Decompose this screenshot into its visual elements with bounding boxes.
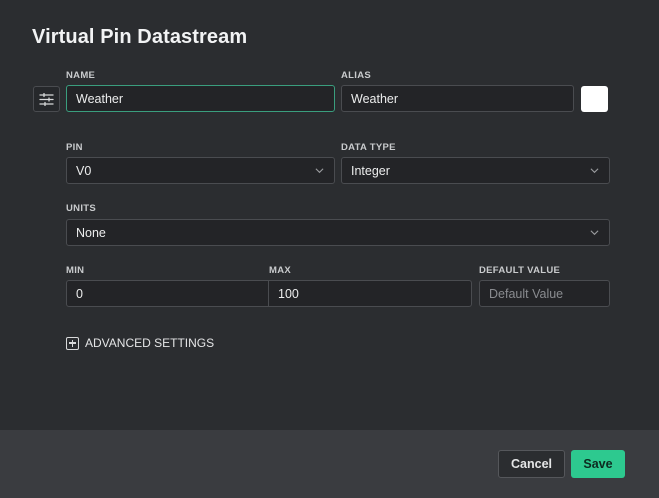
alias-input-value: Weather [351, 91, 399, 106]
name-input[interactable]: Weather [66, 85, 335, 112]
data-type-select[interactable]: Integer [341, 157, 610, 184]
default-value-placeholder: Default Value [489, 286, 564, 301]
units-select-value: None [76, 225, 106, 240]
chevron-down-icon [590, 230, 599, 236]
max-input[interactable]: 100 [268, 280, 472, 307]
advanced-settings-toggle[interactable]: ADVANCED SETTINGS [66, 336, 214, 350]
plus-square-icon [66, 336, 79, 350]
max-label: MAX [269, 265, 292, 276]
pin-label: PIN [66, 142, 83, 153]
pin-select[interactable]: V0 [66, 157, 335, 184]
advanced-settings-label: ADVANCED SETTINGS [85, 336, 215, 350]
alias-input[interactable]: Weather [341, 85, 574, 112]
min-label: MIN [66, 265, 85, 276]
data-type-select-value: Integer [351, 163, 390, 178]
alias-label: ALIAS [341, 70, 371, 81]
cancel-button[interactable]: Cancel [498, 450, 565, 478]
max-input-value: 100 [278, 286, 299, 301]
data-type-label: DATA TYPE [341, 142, 396, 153]
default-value-label: DEFAULT VALUE [479, 265, 561, 276]
save-button[interactable]: Save [571, 450, 625, 478]
units-select[interactable]: None [66, 219, 610, 246]
dialog-title: Virtual Pin Datastream [32, 26, 248, 48]
default-value-input[interactable]: Default Value [479, 280, 610, 307]
min-input[interactable]: 0 [66, 280, 269, 307]
name-input-value: Weather [76, 91, 124, 106]
chevron-down-icon [315, 168, 324, 174]
color-picker-swatch[interactable] [581, 86, 608, 112]
chevron-down-icon [590, 168, 599, 174]
sliders-icon [39, 92, 54, 106]
datastream-dialog: Virtual Pin Datastream NAME Weather ALIA… [0, 0, 659, 498]
icon-picker-button[interactable] [33, 86, 60, 112]
units-label: UNITS [66, 203, 96, 214]
min-input-value: 0 [76, 286, 83, 301]
pin-select-value: V0 [76, 163, 92, 178]
name-label: NAME [66, 70, 96, 81]
